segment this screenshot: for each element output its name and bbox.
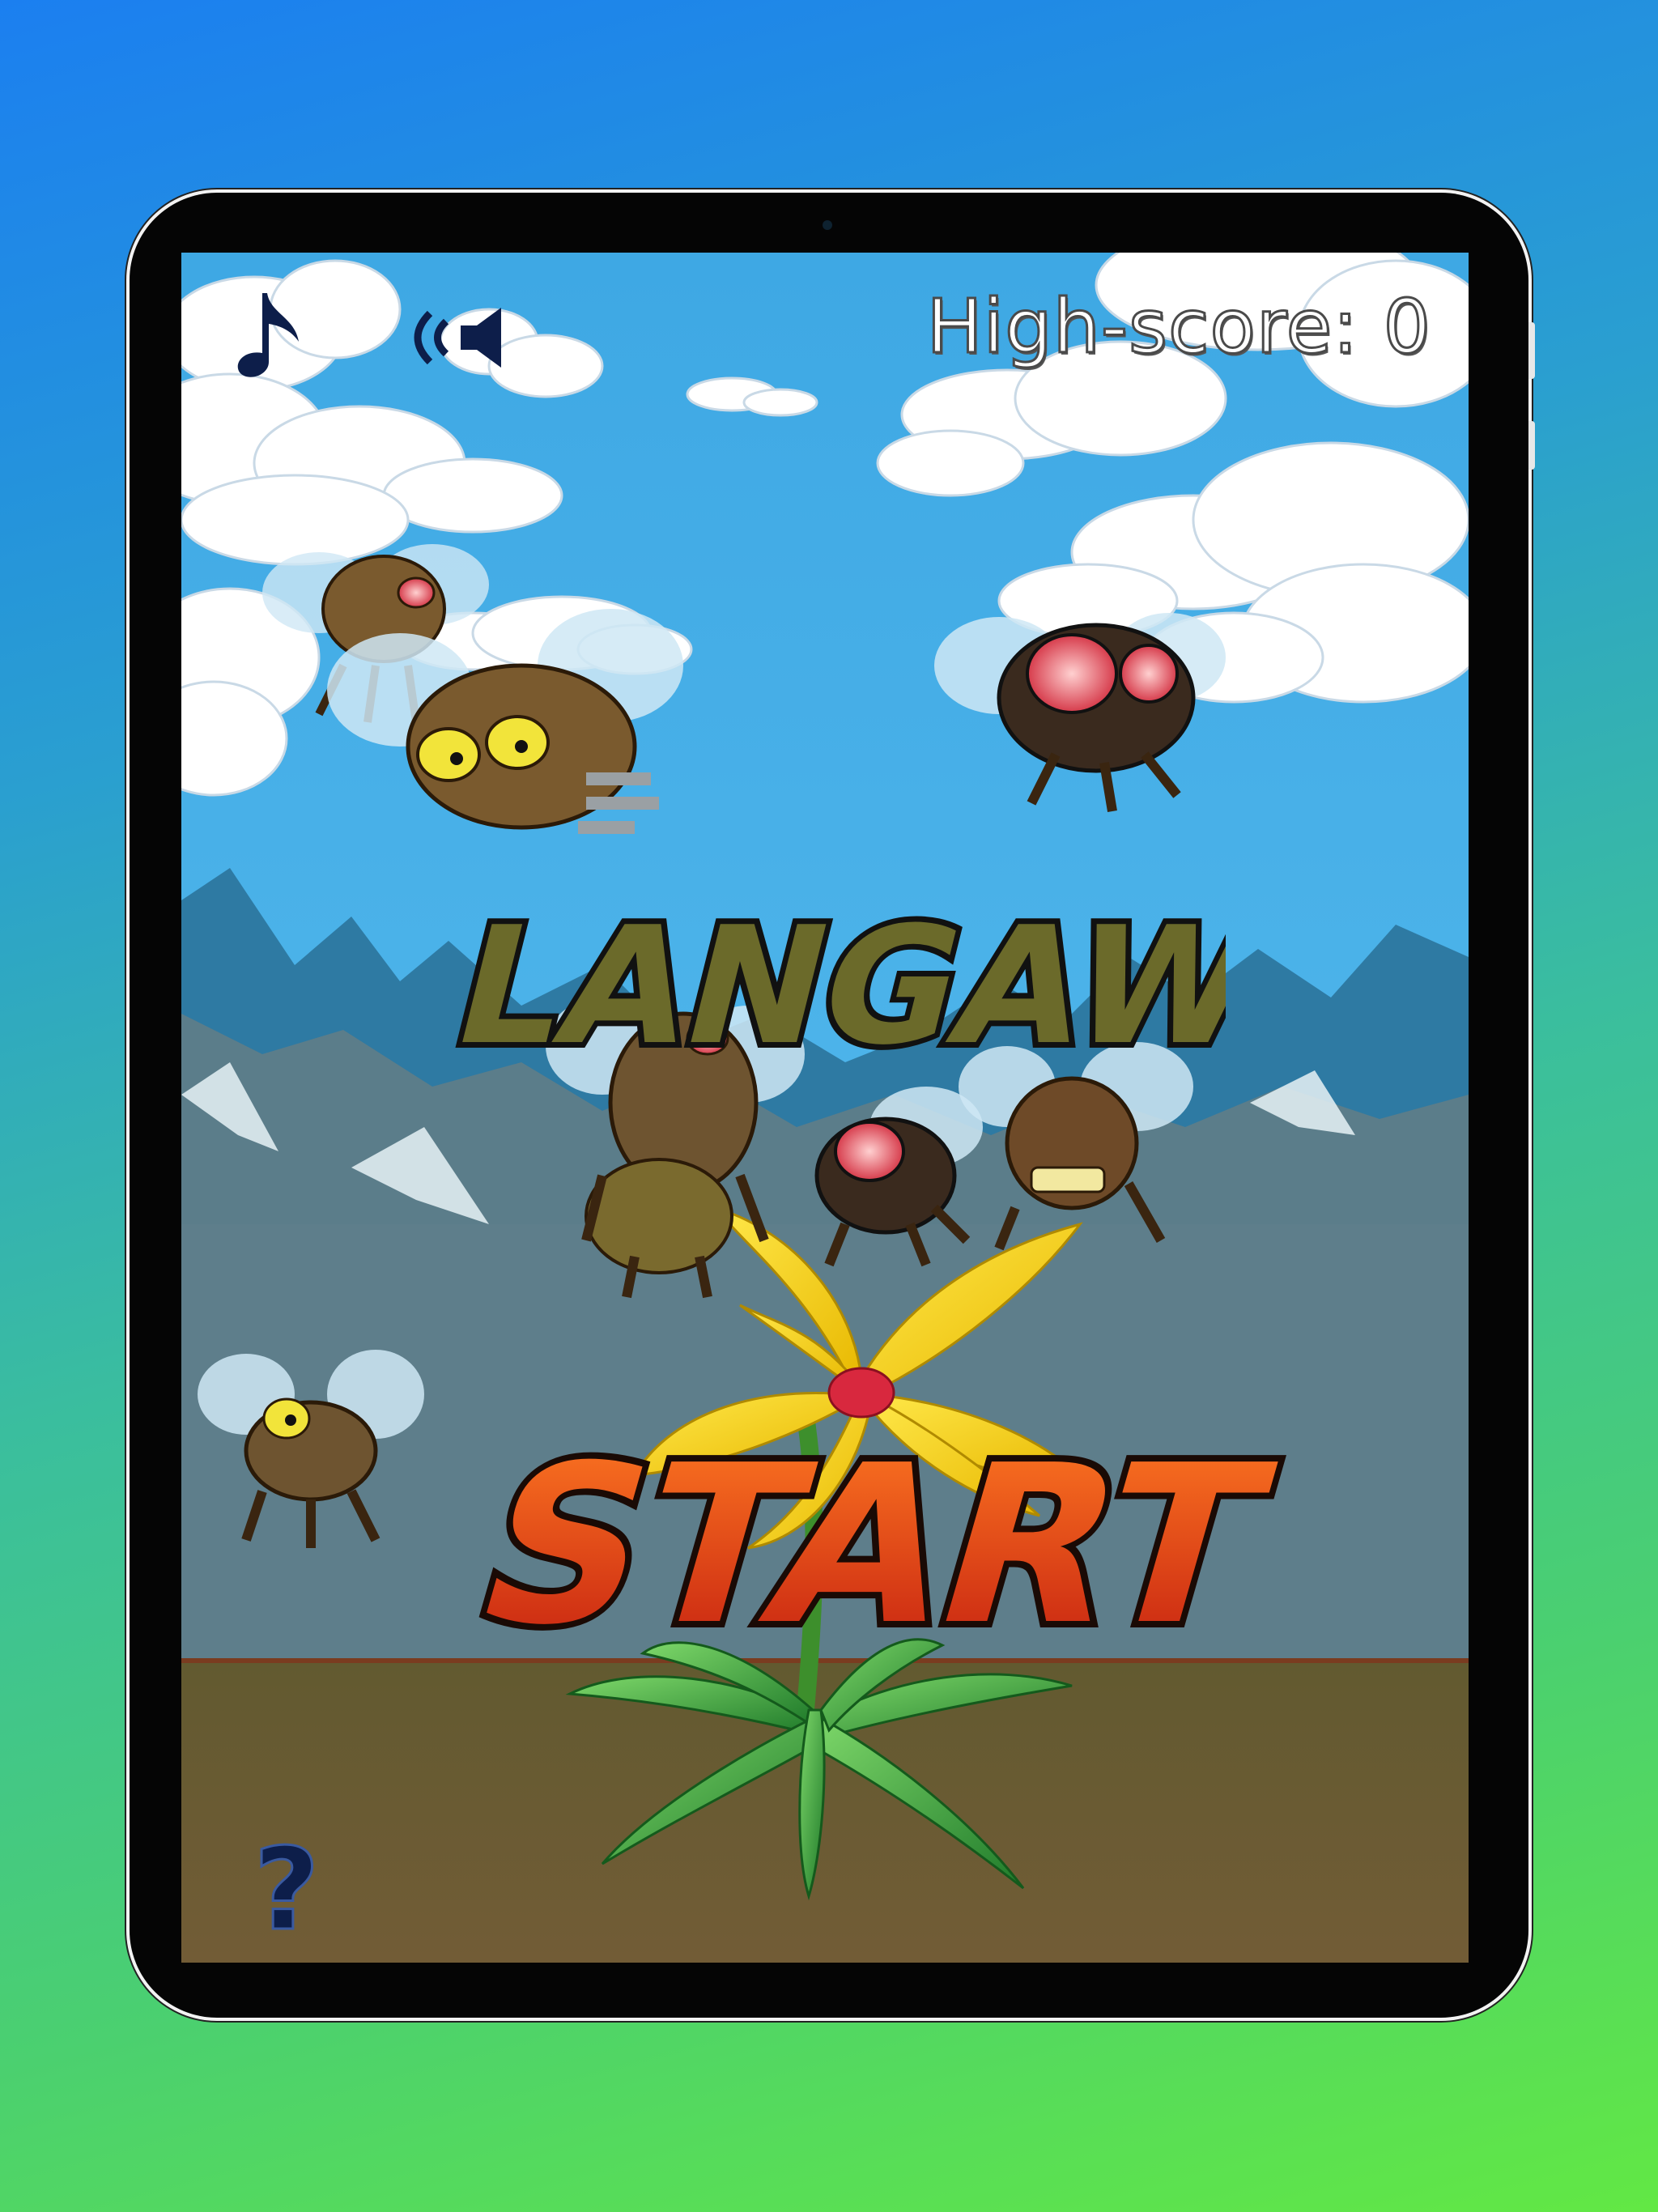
flower-center [827,1367,895,1419]
game-title: LANGAW [449,891,1226,1080]
question-mark-icon: ? [253,1831,319,1945]
front-camera [823,220,832,230]
game-title-logo: LANGAW [449,886,1226,1086]
high-score-label: High-score: 0 [925,283,1432,372]
sound-toggle-button[interactable] [412,301,517,374]
music-toggle-button[interactable] [230,285,319,382]
help-button[interactable]: ? [230,1831,343,1945]
start-label: START [453,1418,1293,1670]
start-button[interactable]: START [397,1410,1312,1670]
tablet-top-button [1528,322,1535,379]
tablet-volume-button [1528,421,1535,470]
game-background [181,253,1469,1963]
speaker-icon [414,308,501,368]
game-screen: High-score: 0 LANGAW START ? [181,253,1469,1963]
music-note-icon [237,293,299,377]
